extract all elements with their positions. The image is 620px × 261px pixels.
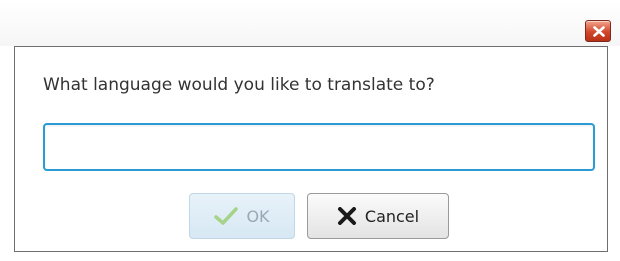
cancel-button[interactable]: Cancel — [307, 193, 449, 239]
checkmark-icon — [214, 206, 239, 226]
close-button[interactable] — [585, 20, 611, 42]
language-input[interactable] — [43, 123, 595, 171]
prompt-label: What language would you like to translat… — [43, 75, 435, 95]
ok-button[interactable]: OK — [189, 193, 295, 239]
close-icon — [593, 26, 605, 37]
x-icon — [337, 207, 357, 225]
dialog-content: What language would you like to translat… — [14, 46, 608, 252]
title-bar — [0, 0, 620, 46]
cancel-button-label: Cancel — [364, 206, 420, 226]
dialog-window: What language would you like to translat… — [0, 0, 620, 261]
ok-button-label: OK — [246, 206, 270, 226]
